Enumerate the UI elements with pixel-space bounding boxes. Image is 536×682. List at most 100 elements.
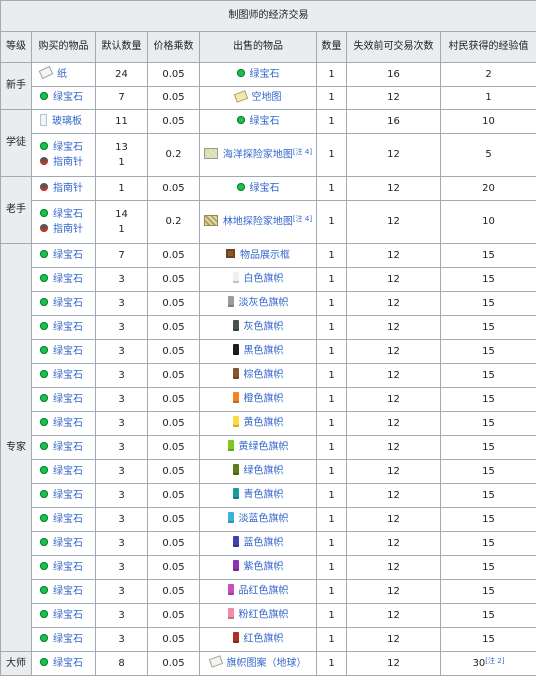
default-qty-cell: 7 (95, 243, 148, 268)
sell-item-link[interactable]: 橙色旗帜 (244, 394, 284, 405)
sell-item-link[interactable]: 青色旗帜 (244, 490, 284, 501)
sell-qty: 1 (316, 387, 347, 412)
sell-item-link[interactable]: 黄绿色旗帜 (239, 442, 289, 453)
sell-qty: 1 (316, 531, 347, 556)
buy-item-link[interactable]: 绿宝石 (53, 466, 83, 477)
buy-item-link[interactable]: 绿宝石 (53, 562, 83, 573)
buy-item-link[interactable]: 绿宝石 (53, 418, 83, 429)
emerald-icon (40, 441, 48, 450)
max-uses: 12 (346, 411, 441, 436)
buy-item-link[interactable]: 绿宝石 (53, 490, 83, 501)
sell-qty: 1 (316, 339, 347, 364)
default-qty: 11 (115, 115, 128, 127)
buy-item-link[interactable]: 绿宝石 (53, 370, 83, 381)
default-qty: 3 (118, 489, 125, 501)
sell-item-link[interactable]: 淡蓝色旗帜 (239, 514, 289, 525)
buy-item-link[interactable]: 绿宝石 (53, 322, 83, 333)
sell-item-link[interactable]: 淡灰色旗帜 (239, 298, 289, 309)
buy-item-link[interactable]: 绿宝石 (53, 92, 83, 103)
emerald-icon (40, 273, 48, 282)
buy-item-link[interactable]: 指南针 (53, 157, 83, 168)
default-qty: 3 (118, 585, 125, 597)
xp-cell: 15 (440, 339, 536, 364)
sell-item-link[interactable]: 空地图 (252, 92, 282, 103)
buy-item-link[interactable]: 指南针 (53, 183, 83, 194)
default-qty: 1 (118, 182, 125, 194)
sell-item-link[interactable]: 绿宝石 (250, 116, 280, 127)
sell-item-link[interactable]: 绿宝石 (250, 69, 280, 80)
buy-item-link[interactable]: 纸 (57, 69, 67, 80)
buy-item-link[interactable]: 指南针 (53, 224, 83, 235)
buy-item-link[interactable]: 绿宝石 (53, 538, 83, 549)
emerald-icon (40, 561, 48, 570)
sell-qty: 1 (316, 86, 347, 110)
buy-item-link[interactable]: 绿宝石 (53, 394, 83, 405)
xp-value: 2 (485, 68, 492, 80)
default-qty: 3 (118, 393, 125, 405)
footnote-link[interactable]: [注 4] (293, 148, 312, 156)
buy-item-cell: 绿宝石 (31, 603, 96, 628)
sell-qty: 1 (316, 363, 347, 388)
sell-item-link[interactable]: 物品展示框 (240, 250, 290, 261)
sell-item-link[interactable]: 黄色旗帜 (244, 418, 284, 429)
buy-item-link[interactable]: 玻璃板 (52, 116, 82, 127)
buy-item-link[interactable]: 绿宝石 (53, 209, 83, 220)
sell-item-link[interactable]: 绿色旗帜 (244, 466, 284, 477)
sell-item-link[interactable]: 绿宝石 (250, 183, 280, 194)
default-qty-cell: 3 (95, 291, 148, 316)
buy-item-link[interactable]: 绿宝石 (53, 346, 83, 357)
sell-item-link[interactable]: 黑色旗帜 (244, 346, 284, 357)
light-blue-banner-icon (227, 512, 234, 524)
default-qty-cell: 3 (95, 363, 148, 388)
xp-value: 15 (482, 393, 495, 405)
sell-item-cell: 黄色旗帜 (199, 411, 317, 436)
default-qty: 13 (115, 141, 128, 153)
buy-item-cell: 纸 (31, 62, 96, 87)
buy-item-link[interactable]: 绿宝石 (53, 250, 83, 261)
sell-item-link[interactable]: 紫色旗帜 (244, 562, 284, 573)
sell-item-link[interactable]: 林地探险家地图 (223, 216, 293, 227)
compass-icon (40, 223, 48, 232)
buy-item-cell: 绿宝石 (31, 267, 96, 292)
emerald-icon (40, 465, 48, 474)
max-uses: 12 (346, 339, 441, 364)
buy-item-link[interactable]: 绿宝石 (53, 514, 83, 525)
ocean-explorer-map-icon (203, 147, 218, 159)
buy-item-link[interactable]: 绿宝石 (53, 658, 83, 669)
sell-item-link[interactable]: 红色旗帜 (244, 634, 284, 645)
green-banner-icon (232, 464, 239, 476)
glass-pane-icon (40, 114, 47, 126)
default-qty-cell: 3 (95, 459, 148, 484)
sell-item-cell: 红色旗帜 (199, 627, 317, 652)
sell-item-link[interactable]: 粉红色旗帜 (239, 610, 289, 621)
footnote-link[interactable]: [注 2] (485, 657, 504, 665)
buy-item-link[interactable]: 绿宝石 (53, 442, 83, 453)
sell-item-link[interactable]: 品红色旗帜 (239, 586, 289, 597)
buy-item-link[interactable]: 绿宝石 (53, 274, 83, 285)
magenta-banner-icon (227, 584, 234, 596)
buy-item-link[interactable]: 绿宝石 (53, 610, 83, 621)
sell-item-link[interactable]: 海洋探险家地图 (223, 149, 293, 160)
sell-item-cell: 空地图 (199, 86, 317, 110)
buy-item-link[interactable]: 绿宝石 (53, 586, 83, 597)
sell-item-link[interactable]: 白色旗帜 (244, 274, 284, 285)
sell-item-cell: 海洋探险家地图[注 4] (199, 133, 317, 177)
max-uses: 12 (346, 291, 441, 316)
sell-qty: 1 (316, 459, 347, 484)
xp-value: 15 (482, 273, 495, 285)
buy-item-link[interactable]: 绿宝石 (53, 634, 83, 645)
sell-item-link[interactable]: 蓝色旗帜 (244, 538, 284, 549)
empty-map-icon (233, 89, 248, 103)
price-multiplier: 0.05 (147, 62, 200, 87)
xp-cell: 15 (440, 603, 536, 628)
footnote-link[interactable]: [注 4] (293, 215, 312, 223)
sell-item-cell: 林地探险家地图[注 4] (199, 200, 317, 244)
buy-item-link[interactable]: 绿宝石 (53, 142, 83, 153)
sell-item-link[interactable]: 灰色旗帜 (244, 322, 284, 333)
sell-item-link[interactable]: 旗帜图案（地球） (227, 658, 307, 669)
buy-item-link[interactable]: 绿宝石 (53, 298, 83, 309)
column-header: 默认数量 (95, 31, 148, 63)
emerald-icon (40, 321, 48, 330)
sell-item-link[interactable]: 棕色旗帜 (244, 370, 284, 381)
xp-cell: 15 (440, 363, 536, 388)
